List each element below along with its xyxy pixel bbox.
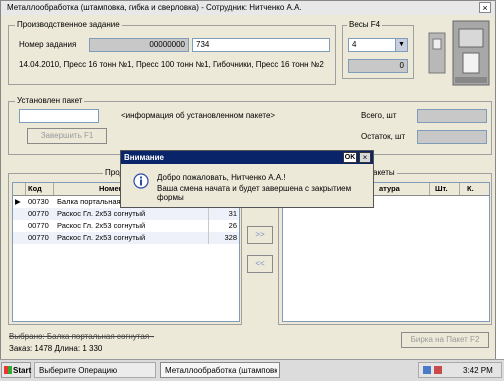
table-row[interactable]: 00770 Раскос Гл. 2х53 согнутый 31: [13, 208, 239, 220]
arrow-column-header: [13, 183, 26, 195]
production-task-group: Производственное задание Номер задания 0…: [8, 20, 336, 85]
header-divider: [53, 183, 54, 195]
dropdown-arrow-icon[interactable]: ▼: [395, 39, 407, 51]
row-code: 00770: [28, 233, 49, 242]
start-label: Start: [13, 366, 32, 375]
taskbar-item-label: Металлообработка (штамповка,: [165, 366, 277, 375]
move-left-button[interactable]: <<: [247, 255, 273, 273]
column-header-code[interactable]: Код: [28, 183, 42, 195]
order-length-text: Заказ: 1478 Длина: 1 330: [9, 344, 103, 353]
move-right-button[interactable]: >>: [247, 226, 273, 244]
taskbar-item-label: Выберите Операцию: [39, 366, 118, 375]
header-divider: [429, 183, 430, 195]
row-name: Раскос Гл. 2х53 согнутый: [57, 221, 146, 230]
total-field: [417, 109, 487, 123]
scales-legend: Весы F4: [347, 20, 383, 29]
scales-select-value: 4: [352, 40, 357, 49]
finish-button[interactable]: Завершить F1: [27, 128, 107, 144]
dialog-line-2: Ваша смена начата и будет завершена с за…: [157, 184, 352, 202]
packages-legend: акеты: [371, 168, 397, 177]
package-legend: Установлен пакет: [15, 96, 85, 105]
task-number-label: Номер задания: [19, 40, 77, 49]
taskbar-item-metalworking[interactable]: Металлообработка (штамповка,: [160, 362, 280, 378]
row-code: 00770: [28, 221, 49, 230]
task-details: 14.04.2010, Пресс 16 тонн №1, Пресс 100 …: [19, 60, 324, 69]
dialog-ok-button[interactable]: OK: [343, 152, 357, 163]
row-qty: 328: [224, 233, 237, 242]
clock[interactable]: 3:42 PM: [463, 366, 493, 375]
remain-label: Остаток, шт: [361, 132, 406, 141]
row-code: 00770: [28, 209, 49, 218]
row-code: 00730: [28, 197, 49, 206]
column-header-qty[interactable]: Шт.: [435, 183, 448, 195]
row-name: Балка портальная: [57, 197, 121, 206]
task-number-field-2[interactable]: 734: [192, 38, 330, 52]
task-number-field[interactable]: 00000000: [89, 38, 189, 52]
tag-package-button[interactable]: Бирка на Пакет F2: [401, 332, 489, 348]
package-group: Установлен пакет <информация об установл…: [8, 96, 492, 155]
row-qty: 26: [228, 221, 237, 230]
row-name: Раскос Гл. 2х53 согнутый: [57, 233, 146, 242]
press-machine-icon: [428, 20, 490, 86]
table-row[interactable]: 00770 Раскос Гл. 2х53 согнутый 328: [13, 232, 239, 244]
dialog-title-bar: Внимание: [121, 151, 373, 164]
dialog-title: Внимание: [124, 153, 164, 162]
row-pointer-icon: ▶: [15, 197, 21, 206]
scales-select[interactable]: 4 ▼: [348, 38, 408, 52]
info-icon: [133, 173, 149, 189]
package-info: <информация об установленном пакете>: [121, 111, 276, 120]
column-header-k[interactable]: К.: [467, 183, 474, 195]
production-task-legend: Производственное задание: [15, 20, 122, 29]
attention-dialog: Внимание OK × Добро пожаловать, Нитченко…: [120, 150, 374, 208]
table-row[interactable]: 00770 Раскос Гл. 2х53 согнутый 26: [13, 220, 239, 232]
title-bar: Металлообработка (штамповка, гибка и све…: [1, 1, 495, 15]
row-name: Раскос Гл. 2х53 согнутый: [57, 209, 146, 218]
windows-logo-icon: [4, 366, 12, 374]
header-divider: [459, 183, 460, 195]
total-label: Всего, шт: [361, 111, 397, 120]
dialog-close-button[interactable]: ×: [359, 152, 371, 163]
tray-icon[interactable]: [423, 366, 431, 374]
dialog-line-1: Добро пожаловать, Нитченко А.А.!: [157, 173, 286, 182]
column-header-nomenclature[interactable]: атура: [379, 183, 400, 195]
scales-group: Весы F4 4 ▼ 0: [342, 20, 414, 79]
close-window-button[interactable]: ×: [479, 2, 491, 13]
package-code-field[interactable]: [19, 109, 99, 123]
window-title: Металлообработка (штамповка, гибка и све…: [7, 3, 302, 12]
tray-icon[interactable]: [434, 366, 442, 374]
selected-item-text: Выбрано: Балка портальная согнутая -: [9, 332, 155, 341]
remain-field: [417, 130, 487, 144]
taskbar: Start Выберите Операцию Металлообработка…: [0, 359, 504, 381]
start-button[interactable]: Start: [1, 362, 31, 378]
system-tray: 3:42 PM: [418, 362, 502, 378]
taskbar-item-operation[interactable]: Выберите Операцию: [34, 362, 156, 378]
row-qty: 31: [228, 209, 237, 218]
weight-field: 0: [348, 59, 408, 73]
